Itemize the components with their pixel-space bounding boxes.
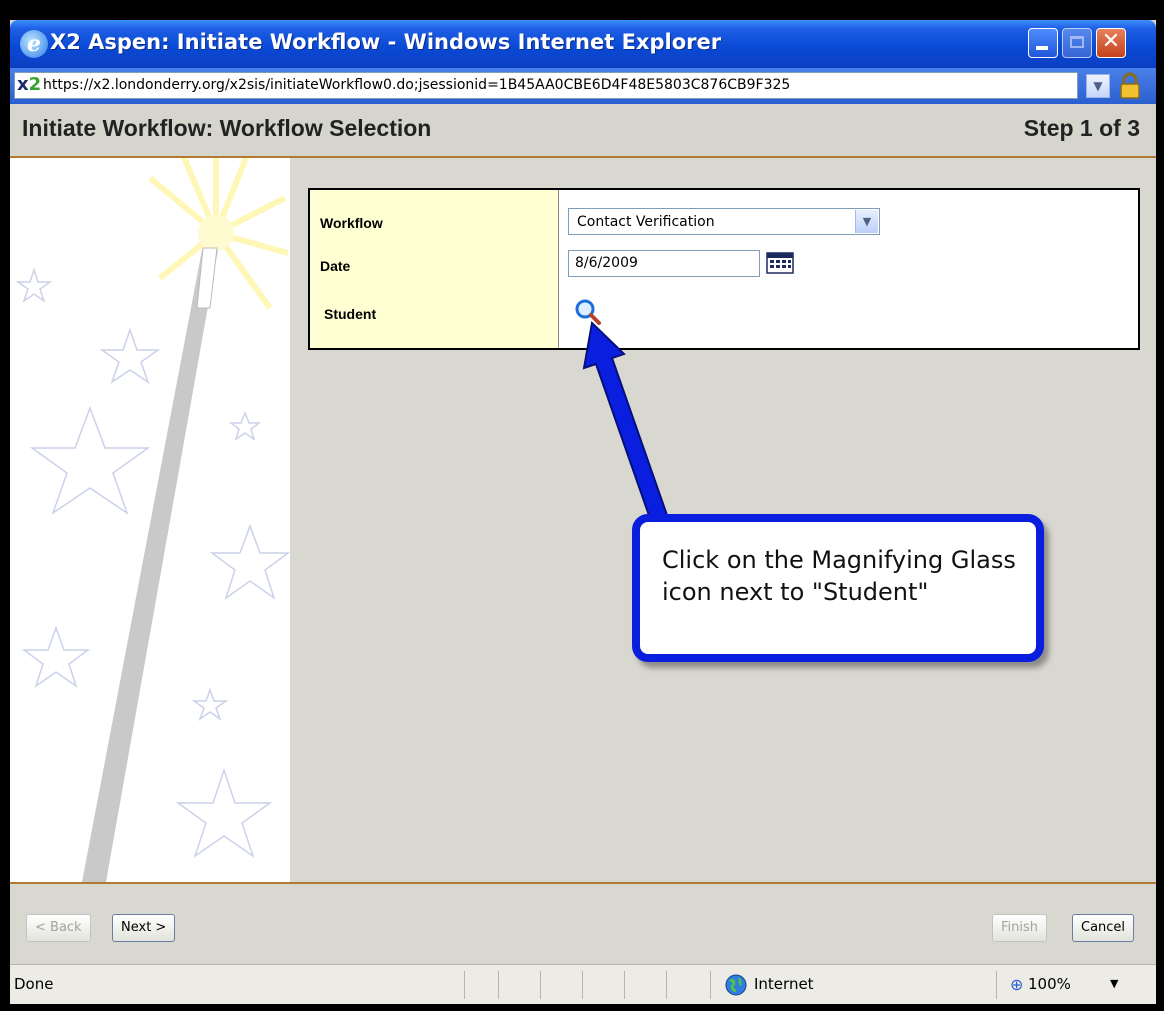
- status-divider: [498, 971, 499, 999]
- finish-button[interactable]: Finish: [992, 914, 1048, 942]
- minimize-button[interactable]: [1028, 28, 1058, 58]
- wizard-illustration: [10, 158, 290, 882]
- next-button[interactable]: Next >: [112, 914, 176, 942]
- cancel-button[interactable]: Cancel: [1072, 914, 1135, 942]
- callout-text: Click on the Magnifying Glass icon next …: [662, 546, 1016, 606]
- student-search-icon[interactable]: [574, 298, 602, 326]
- title-bar[interactable]: e X2 Aspen: Initiate Workflow - Windows …: [10, 20, 1156, 68]
- address-bar: x2 https://x2.londonderry.org/x2sis/init…: [10, 68, 1156, 104]
- status-divider: [666, 971, 667, 999]
- logo-x: x: [17, 74, 29, 95]
- globe-icon: [725, 974, 747, 996]
- url-text: https://x2.londonderry.org/x2sis/initiat…: [43, 77, 791, 93]
- workflow-form: Workflow Date Student Contact Verificati…: [308, 188, 1140, 350]
- lock-icon[interactable]: [1116, 72, 1144, 100]
- status-divider: [710, 971, 711, 999]
- status-text: Done: [14, 975, 54, 993]
- zoom-dropdown-icon[interactable]: ▼: [1110, 977, 1118, 990]
- back-button[interactable]: < Back: [26, 914, 91, 942]
- date-field[interactable]: 8/6/2009: [568, 250, 760, 277]
- calendar-icon[interactable]: [766, 252, 794, 274]
- date-label: Date: [320, 258, 351, 274]
- zoom-icon[interactable]: ⊕: [1010, 975, 1026, 994]
- address-dropdown-button[interactable]: ▼: [1086, 74, 1110, 98]
- zoom-level[interactable]: 100%: [1028, 975, 1071, 993]
- workflow-select[interactable]: Contact Verification ▼: [568, 208, 880, 235]
- ie-logo-icon: e: [20, 30, 48, 58]
- address-field[interactable]: x2 https://x2.londonderry.org/x2sis/init…: [14, 72, 1078, 99]
- security-zone: Internet: [754, 975, 814, 993]
- chevron-down-icon[interactable]: ▼: [855, 210, 878, 233]
- student-label: Student: [324, 306, 377, 322]
- instruction-callout: Click on the Magnifying Glass icon next …: [632, 514, 1044, 662]
- close-button[interactable]: ✕: [1096, 28, 1126, 58]
- x2-logo-icon: x2: [17, 74, 41, 95]
- minimize-icon: [1036, 46, 1048, 50]
- maximize-button[interactable]: [1062, 28, 1092, 58]
- workflow-select-value: Contact Verification: [577, 214, 715, 230]
- maximize-icon: [1070, 36, 1084, 48]
- logo-2: 2: [28, 74, 42, 95]
- status-bar: Done Internet ⊕ 100% ▼: [10, 964, 1156, 1004]
- workflow-label: Workflow: [320, 215, 383, 231]
- wizard-content: Workflow Date Student Contact Verificati…: [10, 158, 1156, 882]
- status-divider: [540, 971, 541, 999]
- magic-wand-illustration: [15, 158, 290, 882]
- page-title: Initiate Workflow: Workflow Selection: [22, 115, 432, 141]
- step-indicator: Step 1 of 3: [1023, 115, 1140, 141]
- window-title: X2 Aspen: Initiate Workflow - Windows In…: [50, 30, 722, 54]
- status-divider: [996, 971, 997, 999]
- wizard-footer: < Back Next > Finish Cancel: [10, 882, 1156, 966]
- status-divider: [624, 971, 625, 999]
- status-divider: [464, 971, 465, 999]
- wizard-header: Initiate Workflow: Workflow Selection St…: [10, 104, 1156, 158]
- browser-window: e X2 Aspen: Initiate Workflow - Windows …: [10, 20, 1156, 1004]
- status-divider: [582, 971, 583, 999]
